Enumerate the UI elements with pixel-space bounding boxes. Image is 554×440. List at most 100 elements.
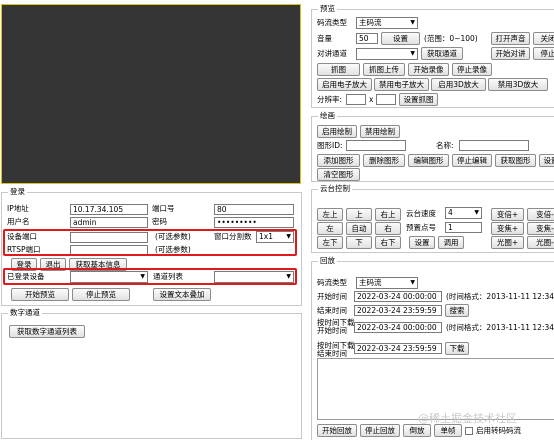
zoom-out-button[interactable]: 变倍- [527, 208, 554, 221]
disable-ezoom-button[interactable]: 禁用电子放大 [374, 78, 429, 91]
edit-shape-button[interactable]: 编辑图形 [408, 154, 449, 167]
chevron-down-icon: ▼ [410, 50, 415, 57]
preview-stream-label: 码流类型 [317, 18, 347, 27]
ptz-speed-value: 4 [448, 208, 453, 217]
enable-ezoom-button[interactable]: 启用电子放大 [317, 78, 372, 91]
open-sound-button[interactable]: 打开声音 [491, 32, 530, 45]
shape-name-label: 名称: [436, 141, 454, 150]
start-record-button[interactable]: 开始录像 [408, 63, 449, 76]
preview-stream-select[interactable]: 主码流 ▼ [356, 17, 418, 29]
download-start-input[interactable]: 2022-03-24 00:00:00 [354, 322, 442, 333]
ptz-down-right-button[interactable]: 右下 [375, 236, 401, 249]
chevron-down-icon: ▼ [474, 209, 479, 216]
enable-3d-zoom-button[interactable]: 启用3D放大 [431, 78, 486, 91]
set-shape-button[interactable]: 设置 [539, 154, 554, 167]
stop-edit-button[interactable]: 停止编辑 [452, 154, 492, 167]
ptz-down-button[interactable]: 下 [346, 236, 372, 249]
port-input[interactable]: 80 [214, 204, 294, 215]
playback-stream-select[interactable]: 主码流 ▼ [356, 277, 418, 289]
playback-legend: 回放 [318, 256, 337, 266]
get-digital-channel-list-button[interactable]: 获取数字通道列表 [9, 325, 85, 338]
preset-input[interactable]: 1 [445, 222, 482, 233]
preset-label: 预置点号 [406, 223, 436, 232]
playback-start-label: 开始时间 [317, 292, 347, 301]
transcode-label: 启用转码码流 [476, 426, 521, 435]
add-shape-button[interactable]: 添加图形 [317, 154, 360, 167]
resolution-x: x [369, 95, 374, 104]
ptz-up-right-button[interactable]: 右上 [375, 208, 401, 221]
preset-call-button[interactable]: 调用 [438, 236, 464, 249]
playback-end-label: 结束时间 [317, 306, 347, 315]
port-label: 端口号 [152, 204, 175, 213]
disable-3d-zoom-button[interactable]: 禁用3D放大 [488, 78, 548, 91]
playback-stream-label: 码流类型 [317, 278, 347, 287]
download-start-label-2: 开始时间 [317, 326, 347, 335]
capture-button[interactable]: 抓图 [317, 63, 360, 76]
draw-legend: 绘画 [318, 111, 337, 121]
download-time-format: (时间格式：2013-11-11 12:34:56) [446, 323, 554, 332]
ptz-up-left-button[interactable]: 左上 [317, 208, 343, 221]
stop-talk-button[interactable]: 停止 [533, 47, 554, 60]
close-sound-button[interactable]: 关闭 [533, 32, 554, 45]
ptz-right-button[interactable]: 右 [375, 222, 401, 235]
preset-set-button[interactable]: 设置 [409, 236, 435, 249]
talk-channel-select[interactable]: ▼ [356, 48, 418, 60]
volume-set-button[interactable]: 设置 [381, 32, 420, 45]
shape-id-input[interactable] [346, 140, 406, 151]
ptz-auto-button[interactable]: 自动 [346, 222, 372, 235]
focus-in-button[interactable]: 变焦+ [491, 222, 524, 235]
stop-preview-button[interactable]: 停止预览 [72, 288, 130, 301]
playback-end-input[interactable]: 2022-03-24 23:59:59 [354, 305, 442, 316]
get-talk-channel-button[interactable]: 获取通道 [421, 47, 463, 60]
ptz-up-button[interactable]: 上 [346, 208, 372, 221]
login-legend: 登录 [8, 187, 27, 197]
stop-playback-button[interactable]: 停止回放 [360, 424, 400, 437]
stop-record-button[interactable]: 停止录像 [452, 63, 492, 76]
ptz-speed-select[interactable]: 4 ▼ [445, 207, 482, 219]
video-preview[interactable] [1, 4, 301, 184]
capture-upload-button[interactable]: 抓图上传 [363, 63, 405, 76]
iris-in-button[interactable]: 光圈+ [491, 236, 524, 249]
playback-time-format: (时间格式：2013-11-11 12:34:56) [446, 292, 554, 301]
shape-id-label: 图形ID: [317, 141, 343, 150]
playback-start-input[interactable]: 2022-03-24 00:00:00 [354, 291, 442, 302]
digital-channel-legend: 数字通道 [8, 308, 42, 318]
resolution-label: 分辨率: [317, 95, 343, 104]
download-end-input[interactable]: 2022-03-24 23:59:59 [354, 343, 442, 354]
get-shape-button[interactable]: 获取图形 [495, 154, 536, 167]
focus-out-button[interactable]: 变焦- [527, 222, 554, 235]
set-text-overlay-button[interactable]: 设置文本叠加 [153, 288, 211, 301]
set-capture-button[interactable]: 设置抓图 [399, 93, 438, 106]
ptz-down-left-button[interactable]: 左下 [317, 236, 343, 249]
download-button[interactable]: 下载 [445, 342, 469, 355]
password-label: 密码 [152, 217, 167, 226]
ip-input[interactable]: 10.17.34.105 [70, 204, 148, 215]
preview-legend: 预览 [318, 4, 337, 14]
start-playback-button[interactable]: 开始回放 [317, 424, 357, 437]
username-label: 用户名 [7, 217, 30, 226]
ip-label: IP地址 [7, 204, 29, 213]
clear-shapes-button[interactable]: 清空图形 [317, 168, 360, 181]
transcode-checkbox[interactable] [465, 427, 473, 435]
ptz-left-button[interactable]: 左 [317, 222, 343, 235]
password-input[interactable]: ••••••••• [214, 217, 294, 228]
watermark-text: @稀土掘金技术社区 [418, 412, 517, 425]
ptz-legend: 云台控制 [318, 184, 352, 194]
delete-shape-button[interactable]: 删除图形 [363, 154, 405, 167]
shape-name-input[interactable] [459, 140, 529, 151]
volume-input[interactable]: 50 [356, 33, 378, 44]
highlight-box-ports [3, 229, 297, 256]
enable-draw-button[interactable]: 启用绘制 [317, 125, 357, 138]
resolution-height-input[interactable] [376, 94, 396, 105]
iris-out-button[interactable]: 光圈- [527, 236, 554, 249]
start-preview-button[interactable]: 开始预览 [11, 288, 69, 301]
ptz-speed-label: 云台速度 [406, 209, 436, 218]
preview-stream-value: 主码流 [359, 18, 382, 27]
chevron-down-icon: ▼ [410, 19, 415, 26]
start-talk-button[interactable]: 开始对讲 [491, 47, 530, 60]
resolution-width-input[interactable] [346, 94, 366, 105]
username-input[interactable]: admin [70, 217, 148, 228]
search-button[interactable]: 搜索 [445, 304, 469, 317]
zoom-in-button[interactable]: 变倍+ [491, 208, 524, 221]
disable-draw-button[interactable]: 禁用绘制 [360, 125, 400, 138]
